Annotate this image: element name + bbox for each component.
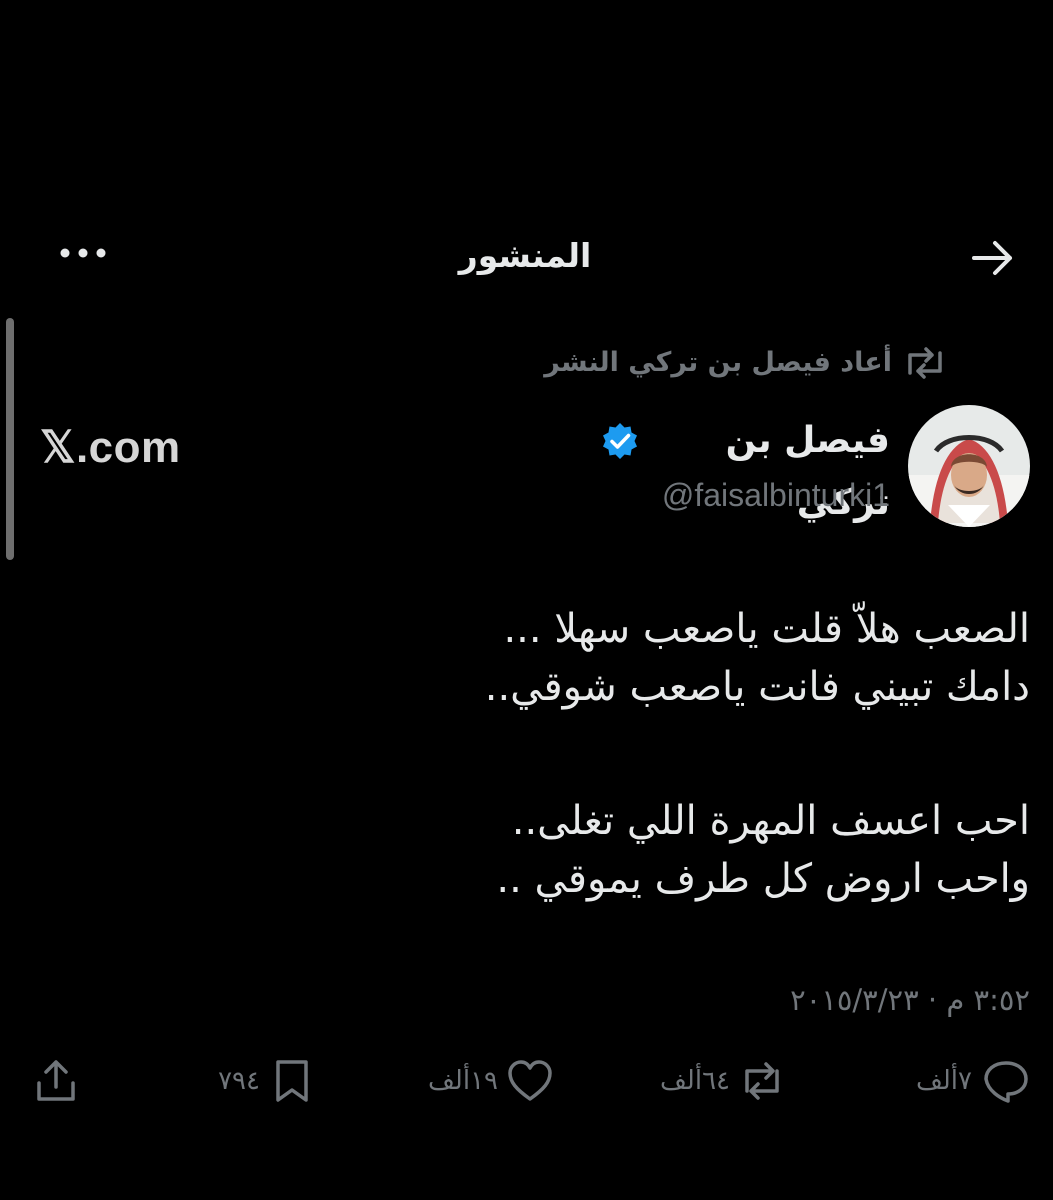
scrollbar[interactable] [6, 318, 14, 560]
tweet-text-line: احب اعسف المهرة اللي تغلى.. [511, 798, 1030, 844]
avatar[interactable] [908, 405, 1030, 527]
heart-icon[interactable] [506, 1057, 554, 1105]
repost-count: ٦٤ألف [660, 1066, 730, 1096]
verified-badge-icon [603, 423, 637, 459]
reply-count: ٧ألف [915, 1066, 972, 1096]
reply-icon[interactable] [982, 1057, 1030, 1105]
tweet-text-line: الصعب هلاّ قلت ياصعب سهلا ... [503, 606, 1030, 652]
like-count: ١٩ألف [428, 1066, 498, 1096]
author-handle[interactable]: @faisalbinturki1 [560, 470, 890, 520]
repost-icon [908, 347, 942, 379]
more-horizontal-icon[interactable] [55, 238, 111, 268]
timestamp[interactable]: ٣:٥٢ م · ٢٠١٥/٣/٢٣ [620, 975, 1030, 1025]
repost-indicator[interactable]: أعاد فيصل بن تركي النشر [440, 340, 892, 386]
bookmark-count: ٧٩٤ [218, 1066, 260, 1096]
tweet-text-line: واحب اروض كل طرف يموقي .. [496, 856, 1030, 902]
arrow-right-icon[interactable] [968, 233, 1018, 283]
author-name[interactable]: فيصل بن تركي [640, 410, 890, 523]
site-label: 𝕏.com [40, 423, 181, 472]
bookmark-icon[interactable] [268, 1057, 316, 1105]
tweet-text-line: دامك تبيني فانت ياصعب شوقي.. [484, 664, 1030, 710]
page-title: المنشور [458, 236, 592, 275]
share-icon[interactable] [32, 1057, 80, 1105]
repost-icon[interactable] [738, 1057, 786, 1105]
